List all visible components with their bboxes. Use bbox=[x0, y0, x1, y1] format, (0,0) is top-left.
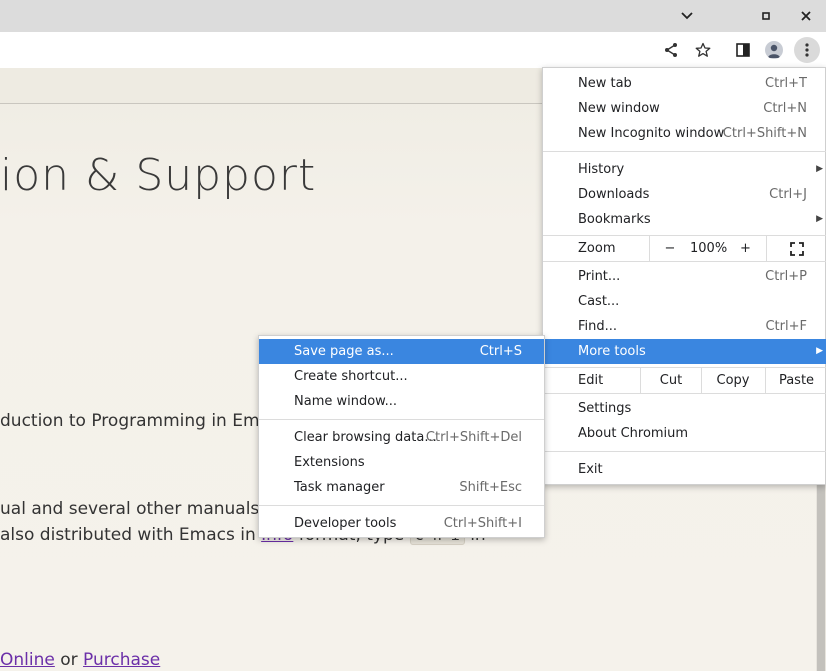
menu-separator bbox=[543, 151, 826, 152]
menu-item-label: Clear browsing data... bbox=[294, 430, 437, 445]
menu-item-label: Task manager bbox=[294, 480, 385, 495]
menu-item-label: Bookmarks bbox=[578, 212, 651, 227]
shortcut-label: Ctrl+J bbox=[769, 187, 807, 202]
menu-item-print[interactable]: Print... Ctrl+P bbox=[543, 264, 826, 289]
page-title: ion & Support bbox=[0, 150, 317, 201]
intro-text-line: duction to Programming in Emac bbox=[0, 411, 280, 431]
paste-button[interactable]: Paste bbox=[766, 368, 826, 393]
menu-item-new-incognito[interactable]: New Incognito window Ctrl+Shift+N bbox=[543, 121, 826, 146]
zoom-row: Zoom − 100% + bbox=[543, 235, 826, 262]
menu-separator bbox=[259, 419, 544, 420]
menu-item-new-window[interactable]: New window Ctrl+N bbox=[543, 96, 826, 121]
scrollbar-thumb[interactable] bbox=[817, 480, 825, 671]
menu-separator bbox=[259, 505, 544, 506]
menu-item-label: Find... bbox=[578, 319, 618, 334]
menu-item-label: Exit bbox=[578, 462, 603, 477]
chevron-down-icon[interactable] bbox=[675, 4, 699, 28]
read-online-link[interactable]: Online bbox=[0, 650, 55, 670]
purchase-link[interactable]: Purchase bbox=[83, 650, 160, 670]
shortcut-label: Ctrl+F bbox=[765, 319, 807, 334]
menu-item-label: New Incognito window bbox=[578, 126, 725, 141]
shortcut-label: Ctrl+Shift+I bbox=[443, 516, 522, 531]
menu-item-label: About Chromium bbox=[578, 426, 689, 441]
menu-item-label: Print... bbox=[578, 269, 621, 284]
maximize-icon[interactable] bbox=[754, 4, 778, 28]
submenu-item-name-window[interactable]: Name window... bbox=[259, 389, 544, 414]
title-bar bbox=[0, 0, 826, 32]
menu-separator bbox=[543, 451, 826, 452]
share-icon[interactable] bbox=[658, 37, 684, 63]
menu-item-label: New window bbox=[578, 101, 660, 116]
menu-item-about[interactable]: About Chromium bbox=[543, 421, 826, 446]
zoom-in-button[interactable]: + bbox=[728, 236, 763, 261]
menu-item-label: Cast... bbox=[578, 294, 620, 309]
menu-item-label: Name window... bbox=[294, 394, 398, 409]
submenu-item-dev-tools[interactable]: Developer tools Ctrl+Shift+I bbox=[259, 511, 544, 536]
shortcut-label: Ctrl+T bbox=[765, 76, 807, 91]
bookmark-star-icon[interactable] bbox=[690, 37, 716, 63]
zoom-out-button[interactable]: − bbox=[650, 236, 690, 261]
profile-avatar[interactable] bbox=[761, 37, 787, 63]
menu-item-label: Developer tools bbox=[294, 516, 397, 531]
submenu-item-create-shortcut[interactable]: Create shortcut... bbox=[259, 364, 544, 389]
side-panel-icon[interactable] bbox=[730, 37, 756, 63]
text-fragment: or bbox=[54, 650, 84, 670]
menu-item-settings[interactable]: Settings bbox=[543, 396, 826, 421]
menu-item-new-tab[interactable]: New tab Ctrl+T bbox=[543, 71, 826, 96]
shortcut-label: Ctrl+Shift+N bbox=[722, 126, 807, 141]
fullscreen-icon[interactable] bbox=[767, 236, 826, 261]
text-fragment: also distributed with Emacs in bbox=[0, 525, 262, 545]
menu-item-label: Extensions bbox=[294, 455, 365, 470]
edit-label: Edit bbox=[578, 373, 604, 388]
shortcut-label: Ctrl+N bbox=[763, 101, 807, 116]
menu-item-exit[interactable]: Exit bbox=[543, 457, 826, 482]
menu-item-label: Downloads bbox=[578, 187, 650, 202]
submenu-item-task-manager[interactable]: Task manager Shift+Esc bbox=[259, 475, 544, 500]
menu-item-cast[interactable]: Cast... bbox=[543, 289, 826, 314]
menu-item-label: Create shortcut... bbox=[294, 369, 408, 384]
copy-button[interactable]: Copy bbox=[702, 368, 764, 393]
shortcut-label: Shift+Esc bbox=[459, 480, 522, 495]
menu-item-label: Save page as... bbox=[294, 344, 394, 359]
submenu-item-clear-data[interactable]: Clear browsing data... Ctrl+Shift+Del bbox=[259, 425, 544, 450]
zoom-label: Zoom bbox=[578, 241, 616, 256]
menu-item-label: History bbox=[578, 162, 625, 177]
shortcut-label: Ctrl+P bbox=[765, 269, 807, 284]
menu-item-label: Settings bbox=[578, 401, 632, 416]
more-menu-icon[interactable] bbox=[794, 37, 820, 63]
browser-main-menu: New tab Ctrl+T New window Ctrl+N New Incog… bbox=[542, 67, 826, 485]
person-icon bbox=[765, 41, 783, 59]
menu-item-history[interactable]: History ▶ bbox=[543, 157, 826, 182]
submenu-item-save-page[interactable]: Save page as... Ctrl+S bbox=[259, 339, 544, 364]
submenu-arrow-icon: ▶ bbox=[816, 164, 823, 174]
menu-item-bookmarks[interactable]: Bookmarks ▶ bbox=[543, 207, 826, 232]
submenu-arrow-icon: ▶ bbox=[816, 214, 823, 224]
zoom-level: 100% bbox=[690, 241, 728, 256]
menu-item-downloads[interactable]: Downloads Ctrl+J bbox=[543, 182, 826, 207]
menu-item-label: More tools bbox=[578, 344, 646, 359]
submenu-arrow-icon: ▶ bbox=[816, 346, 823, 356]
links-line: Online or Purchase bbox=[0, 650, 160, 670]
menu-item-label: New tab bbox=[578, 76, 632, 91]
shortcut-label: Ctrl+Shift+Del bbox=[425, 430, 522, 445]
menu-item-more-tools[interactable]: More tools ▶ bbox=[543, 339, 826, 364]
submenu-item-extensions[interactable]: Extensions bbox=[259, 450, 544, 475]
cut-button[interactable]: Cut bbox=[641, 368, 701, 393]
manuals-text-line: ual and several other manuals d bbox=[0, 499, 276, 519]
shortcut-label: Ctrl+S bbox=[479, 344, 522, 359]
browser-toolbar bbox=[0, 32, 826, 68]
more-tools-submenu: Save page as... Ctrl+S Create shortcut...… bbox=[258, 335, 545, 538]
menu-item-find[interactable]: Find... Ctrl+F bbox=[543, 314, 826, 339]
edit-row: Edit Cut Copy Paste bbox=[543, 367, 826, 394]
close-icon[interactable] bbox=[794, 4, 818, 28]
